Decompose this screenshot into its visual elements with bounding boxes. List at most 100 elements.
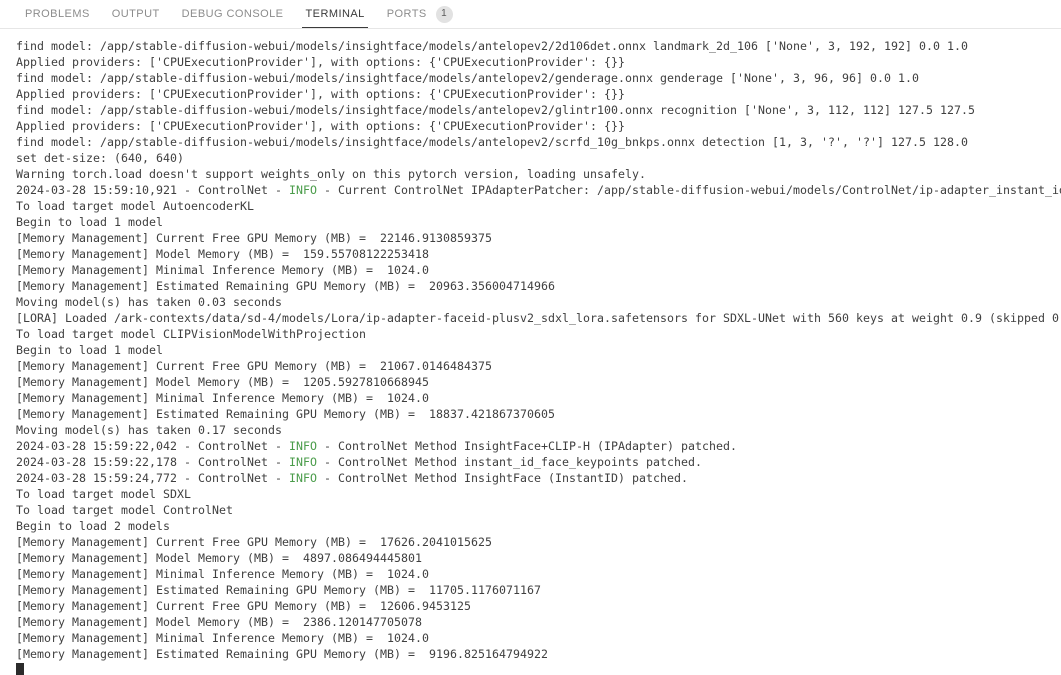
- terminal-line: [Memory Management] Current Free GPU Mem…: [16, 598, 1061, 614]
- terminal-line: [Memory Management] Estimated Remaining …: [16, 582, 1061, 598]
- terminal-text: To load target model SDXL: [16, 487, 192, 501]
- terminal-text: [Memory Management] Minimal Inference Me…: [16, 263, 430, 277]
- terminal-line: To load target model ControlNet: [16, 502, 1061, 518]
- terminal-line: find model: /app/stable-diffusion-webui/…: [16, 38, 1061, 54]
- tab-problems[interactable]: PROBLEMS: [14, 0, 101, 28]
- terminal-line: 2024-03-28 15:59:22,042 - ControlNet - I…: [16, 438, 1061, 454]
- terminal-text: To load target model CLIPVisionModelWith…: [16, 327, 367, 341]
- terminal-text: To load target model AutoencoderKL: [16, 199, 255, 213]
- terminal-line: [Memory Management] Minimal Inference Me…: [16, 262, 1061, 278]
- log-level-info: INFO: [289, 439, 318, 453]
- terminal-text: find model: /app/stable-diffusion-webui/…: [16, 71, 920, 85]
- terminal-text: To load target model ControlNet: [16, 503, 234, 517]
- terminal-line: Applied providers: ['CPUExecutionProvide…: [16, 54, 1061, 70]
- terminal-line: [Memory Management] Estimated Remaining …: [16, 646, 1061, 662]
- terminal-text: set det-size: (640, 640): [16, 151, 185, 165]
- tab-badge-count: 1: [435, 5, 453, 23]
- terminal-text: [Memory Management] Estimated Remaining …: [16, 407, 556, 421]
- terminal-panel[interactable]: find model: /app/stable-diffusion-webui/…: [0, 29, 1061, 675]
- terminal-text: Begin to load 1 model: [16, 215, 164, 229]
- terminal-line: [Memory Management] Minimal Inference Me…: [16, 566, 1061, 582]
- terminal-line: Begin to load 1 model: [16, 214, 1061, 230]
- panel-tab-bar: PROBLEMS OUTPUT DEBUG CONSOLE TERMINAL PORTS…: [0, 0, 1061, 29]
- active-tab-underline: [302, 27, 368, 28]
- terminal-line: Applied providers: ['CPUExecutionProvide…: [16, 118, 1061, 134]
- terminal-text: Moving model(s) has taken 0.03 seconds: [16, 295, 283, 309]
- terminal-text: Applied providers: ['CPUExecutionProvide…: [16, 119, 626, 133]
- terminal-text: [Memory Management] Current Free GPU Mem…: [16, 359, 493, 373]
- terminal-text: - ControlNet Method InsightFace+CLIP-H (…: [317, 439, 738, 453]
- terminal-text: [Memory Management] Current Free GPU Mem…: [16, 599, 472, 613]
- terminal-line: find model: /app/stable-diffusion-webui/…: [16, 70, 1061, 86]
- terminal-text: find model: /app/stable-diffusion-webui/…: [16, 135, 969, 149]
- terminal-line: [Memory Management] Estimated Remaining …: [16, 278, 1061, 294]
- terminal-line: Moving model(s) has taken 0.03 seconds: [16, 294, 1061, 310]
- terminal-output: find model: /app/stable-diffusion-webui/…: [16, 38, 1061, 662]
- tab-terminal[interactable]: TERMINAL: [294, 0, 375, 28]
- tab-label: OUTPUT: [111, 8, 160, 20]
- terminal-text: - ControlNet Method InsightFace (Instant…: [317, 471, 689, 485]
- terminal-line: [Memory Management] Minimal Inference Me…: [16, 390, 1061, 406]
- terminal-text: find model: /app/stable-diffusion-webui/…: [16, 103, 976, 117]
- terminal-line: To load target model CLIPVisionModelWith…: [16, 326, 1061, 342]
- terminal-text: [Memory Management] Model Memory (MB) = …: [16, 615, 423, 629]
- tab-label: PORTS: [386, 8, 427, 20]
- terminal-line: Begin to load 2 models: [16, 518, 1061, 534]
- tab-label: DEBUG CONSOLE: [181, 8, 284, 20]
- terminal-text: - Current ControlNet IPAdapterPatcher: /…: [317, 183, 1061, 197]
- log-level-info: INFO: [289, 183, 318, 197]
- terminal-text: [Memory Management] Model Memory (MB) = …: [16, 551, 423, 565]
- tab-output[interactable]: OUTPUT: [101, 0, 171, 28]
- terminal-line: [Memory Management] Model Memory (MB) = …: [16, 614, 1061, 630]
- terminal-text: - ControlNet Method instant_id_face_keyp…: [317, 455, 703, 469]
- terminal-line: [Memory Management] Current Free GPU Mem…: [16, 534, 1061, 550]
- terminal-line: Warning torch.load doesn't support weigh…: [16, 166, 1061, 182]
- terminal-text: [Memory Management] Minimal Inference Me…: [16, 391, 430, 405]
- terminal-text: Applied providers: ['CPUExecutionProvide…: [16, 87, 626, 101]
- terminal-line: [Memory Management] Model Memory (MB) = …: [16, 374, 1061, 390]
- log-level-info: INFO: [289, 471, 318, 485]
- terminal-text: [Memory Management] Minimal Inference Me…: [16, 567, 430, 581]
- terminal-text: [Memory Management] Model Memory (MB) = …: [16, 375, 430, 389]
- terminal-line: 2024-03-28 15:59:22,178 - ControlNet - I…: [16, 454, 1061, 470]
- terminal-text: find model: /app/stable-diffusion-webui/…: [16, 39, 969, 53]
- terminal-text: [Memory Management] Current Free GPU Mem…: [16, 535, 493, 549]
- terminal-text: [Memory Management] Model Memory (MB) = …: [16, 247, 430, 261]
- terminal-line: [LORA] Loaded /ark-contexts/data/sd-4/mo…: [16, 310, 1061, 326]
- tab-ports[interactable]: PORTS 1: [376, 0, 464, 28]
- terminal-line: [Memory Management] Estimated Remaining …: [16, 406, 1061, 422]
- terminal-text: 2024-03-28 15:59:22,042 - ControlNet -: [16, 439, 290, 453]
- tab-label: TERMINAL: [305, 8, 365, 20]
- terminal-text: Warning torch.load doesn't support weigh…: [16, 167, 647, 181]
- terminal-line: [Memory Management] Model Memory (MB) = …: [16, 246, 1061, 262]
- terminal-line: find model: /app/stable-diffusion-webui/…: [16, 134, 1061, 150]
- terminal-text: 2024-03-28 15:59:22,178 - ControlNet -: [16, 455, 290, 469]
- terminal-text: [Memory Management] Estimated Remaining …: [16, 279, 556, 293]
- terminal-line: set det-size: (640, 640): [16, 150, 1061, 166]
- terminal-line: Begin to load 1 model: [16, 342, 1061, 358]
- terminal-line: Moving model(s) has taken 0.17 seconds: [16, 422, 1061, 438]
- terminal-cursor: [16, 663, 24, 675]
- terminal-line: Applied providers: ['CPUExecutionProvide…: [16, 86, 1061, 102]
- terminal-line: To load target model SDXL: [16, 486, 1061, 502]
- terminal-line: find model: /app/stable-diffusion-webui/…: [16, 102, 1061, 118]
- terminal-line: [Memory Management] Minimal Inference Me…: [16, 630, 1061, 646]
- terminal-text: [Memory Management] Estimated Remaining …: [16, 583, 542, 597]
- terminal-text: [LORA] Loaded /ark-contexts/data/sd-4/mo…: [16, 311, 1061, 325]
- tab-label: PROBLEMS: [25, 8, 90, 20]
- terminal-text: 2024-03-28 15:59:10,921 - ControlNet -: [16, 183, 290, 197]
- terminal-line: [Memory Management] Model Memory (MB) = …: [16, 550, 1061, 566]
- terminal-text: [Memory Management] Estimated Remaining …: [16, 647, 549, 661]
- terminal-line: 2024-03-28 15:59:10,921 - ControlNet - I…: [16, 182, 1061, 198]
- terminal-line: [Memory Management] Current Free GPU Mem…: [16, 358, 1061, 374]
- terminal-text: [Memory Management] Minimal Inference Me…: [16, 631, 430, 645]
- terminal-text: [Memory Management] Current Free GPU Mem…: [16, 231, 493, 245]
- terminal-line: 2024-03-28 15:59:24,772 - ControlNet - I…: [16, 470, 1061, 486]
- terminal-text: Begin to load 2 models: [16, 519, 171, 533]
- terminal-text: 2024-03-28 15:59:24,772 - ControlNet -: [16, 471, 290, 485]
- terminal-text: Moving model(s) has taken 0.17 seconds: [16, 423, 283, 437]
- tab-debug-console[interactable]: DEBUG CONSOLE: [171, 0, 295, 28]
- log-level-info: INFO: [289, 455, 318, 469]
- terminal-text: Applied providers: ['CPUExecutionProvide…: [16, 55, 626, 69]
- terminal-line: [Memory Management] Current Free GPU Mem…: [16, 230, 1061, 246]
